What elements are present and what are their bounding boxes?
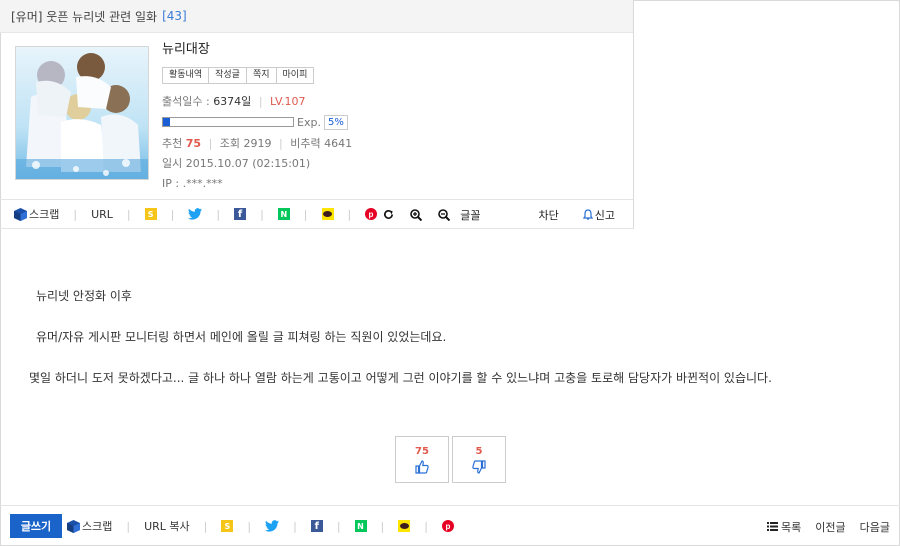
vote-box: 75 5 [395, 436, 509, 483]
bottom-kakaotalk-button[interactable] [398, 520, 411, 532]
naver-share-button[interactable]: N [277, 208, 290, 220]
kakaostory-icon: S [221, 520, 234, 532]
zoom-in-button[interactable] [410, 208, 423, 221]
upvote-count: 75 [415, 445, 429, 457]
views-value: 2919 [243, 137, 272, 150]
article-line-3: 몇일 하더니 도저 못하겠다고... 글 하나 하나 열람 하는게 고통이고 어… [29, 371, 772, 385]
facebook-share-button[interactable]: f [234, 208, 247, 220]
kakaostory-share-button[interactable]: S [144, 208, 157, 220]
attendance-value: 6374일 [213, 95, 252, 108]
bottom-toolbar: 글쓰기 스크랩 | URL 복사 | S | | f | N | | p 목록 … [0, 505, 900, 546]
bottom-pinterest-button[interactable]: p [441, 520, 454, 532]
attendance-row: 출석일수 : 6374일 | LV.107 [162, 95, 306, 108]
share-toolbar: 스크랩 | URL | S | | f | N | | p 글꼴 차단 신고 [0, 199, 633, 228]
zoom-out-icon [438, 208, 451, 221]
bottom-scrap-button[interactable]: 스크랩 [67, 518, 112, 534]
recommend-value: 75 [185, 137, 202, 150]
report-label: 신고 [594, 208, 615, 222]
refresh-button[interactable] [383, 209, 394, 220]
article-line-1: 뉴리넷 안정화 이후 [36, 289, 132, 303]
post-title-bar: [유머] 웃픈 뉴리넷 관련 일화 [43] [0, 0, 633, 33]
posts-button[interactable]: 작성글 [208, 67, 247, 84]
bottom-naver-button[interactable]: N [354, 520, 367, 532]
cube-icon [67, 519, 80, 533]
list-icon [767, 522, 778, 531]
post-title: 웃픈 뉴리넷 관련 일화 [46, 9, 158, 24]
refresh-icon [384, 209, 394, 219]
naver-icon: N [354, 520, 367, 532]
activity-button[interactable]: 활동내역 [162, 67, 210, 84]
thumbs-up-icon [415, 459, 429, 474]
svg-text:p: p [446, 522, 451, 531]
nonrec-label: 비추력 [290, 137, 321, 150]
next-post-button[interactable]: 다음글 [860, 519, 890, 535]
facebook-icon: f [310, 520, 323, 532]
article-line-2: 유머/자유 게시판 모니터링 하면서 메인에 올릴 글 피쳐링 하는 직원이 있… [36, 330, 447, 344]
naver-icon: N [277, 208, 290, 220]
kakaostory-icon: S [144, 208, 157, 220]
mypi-button[interactable]: 마이피 [275, 67, 315, 84]
upvote-button[interactable]: 75 [395, 436, 449, 483]
post-category: [유머] [11, 9, 43, 24]
block-button[interactable]: 차단 [539, 207, 559, 223]
post-ip: IP : .***.*** [162, 177, 223, 190]
scrap-button[interactable]: 스크랩 [14, 206, 59, 222]
font-button[interactable]: 글꼴 [460, 207, 480, 223]
url-button[interactable]: URL [91, 208, 113, 221]
write-button[interactable]: 글쓰기 [10, 514, 62, 538]
scrap-label: 스크랩 [29, 208, 60, 221]
article-body: 뉴리넷 안정화 이후 유머/자유 게시판 모니터링 하면서 메인에 올릴 글 피… [29, 286, 859, 409]
list-label: 목록 [781, 520, 802, 534]
url-copy-button[interactable]: URL 복사 [144, 518, 190, 534]
attendance-label: 출석일수 : [162, 95, 210, 108]
author-nickname[interactable]: 뉴리대장 [162, 38, 352, 57]
list-button[interactable]: 목록 [767, 519, 801, 535]
comment-count[interactable]: [43] [162, 9, 187, 23]
twitter-icon [265, 520, 280, 532]
post-navigation: 목록 이전글 다음글 [753, 506, 890, 546]
twitter-share-button[interactable] [188, 208, 203, 220]
downvote-count: 5 [475, 445, 483, 457]
report-button[interactable]: 신고 [582, 207, 615, 223]
bottom-scrap-label: 스크랩 [82, 520, 113, 533]
avatar-image [16, 47, 148, 179]
recommend-label: 추천 [162, 137, 183, 150]
exp-progress-bar [162, 117, 294, 127]
message-button[interactable]: 쪽지 [245, 67, 277, 84]
zoom-out-button[interactable] [438, 208, 451, 221]
author-profile: 뉴리대장 활동내역 작성글 쪽지 마이피 출석일수 : 6374일 | LV.1… [162, 38, 352, 194]
prev-post-button[interactable]: 이전글 [815, 519, 845, 535]
bottom-facebook-button[interactable]: f [310, 520, 323, 532]
post-date: 일시 2015.10.07 (02:15:01) [162, 157, 311, 170]
nonrec-value: 4641 [324, 137, 353, 150]
downvote-button[interactable]: 5 [452, 436, 506, 483]
kakaotalk-icon [398, 520, 411, 532]
exp-percent: 5% [323, 114, 348, 130]
cube-icon [14, 207, 27, 221]
exp-label: Exp. [297, 115, 321, 129]
zoom-in-icon [410, 208, 423, 221]
view-tools: 글꼴 차단 신고 [369, 200, 633, 229]
facebook-icon: f [234, 208, 247, 220]
post-header-card: [유머] 웃픈 뉴리넷 관련 일화 [43] 뉴리대장 활동내역 작성글 쪽지 … [0, 0, 634, 229]
bell-icon [582, 209, 593, 220]
views-label: 조회 [219, 137, 241, 150]
twitter-icon [188, 208, 203, 220]
exp-progress-fill [163, 118, 170, 126]
pinterest-icon: p [441, 520, 454, 532]
kakaotalk-share-button[interactable] [321, 208, 334, 220]
stats-row: 추천 75 | 조회 2919 | 비추력 4641 [162, 137, 353, 150]
author-action-buttons: 활동내역 작성글 쪽지 마이피 [162, 67, 352, 84]
author-avatar[interactable] [15, 46, 149, 180]
thumbs-down-icon [472, 459, 486, 474]
kakaotalk-icon [321, 208, 334, 220]
exp-row: Exp. 5% [162, 112, 352, 132]
bottom-twitter-button[interactable] [265, 520, 280, 532]
bottom-kakaostory-button[interactable]: S [221, 520, 234, 532]
level-value: LV.107 [270, 95, 306, 108]
